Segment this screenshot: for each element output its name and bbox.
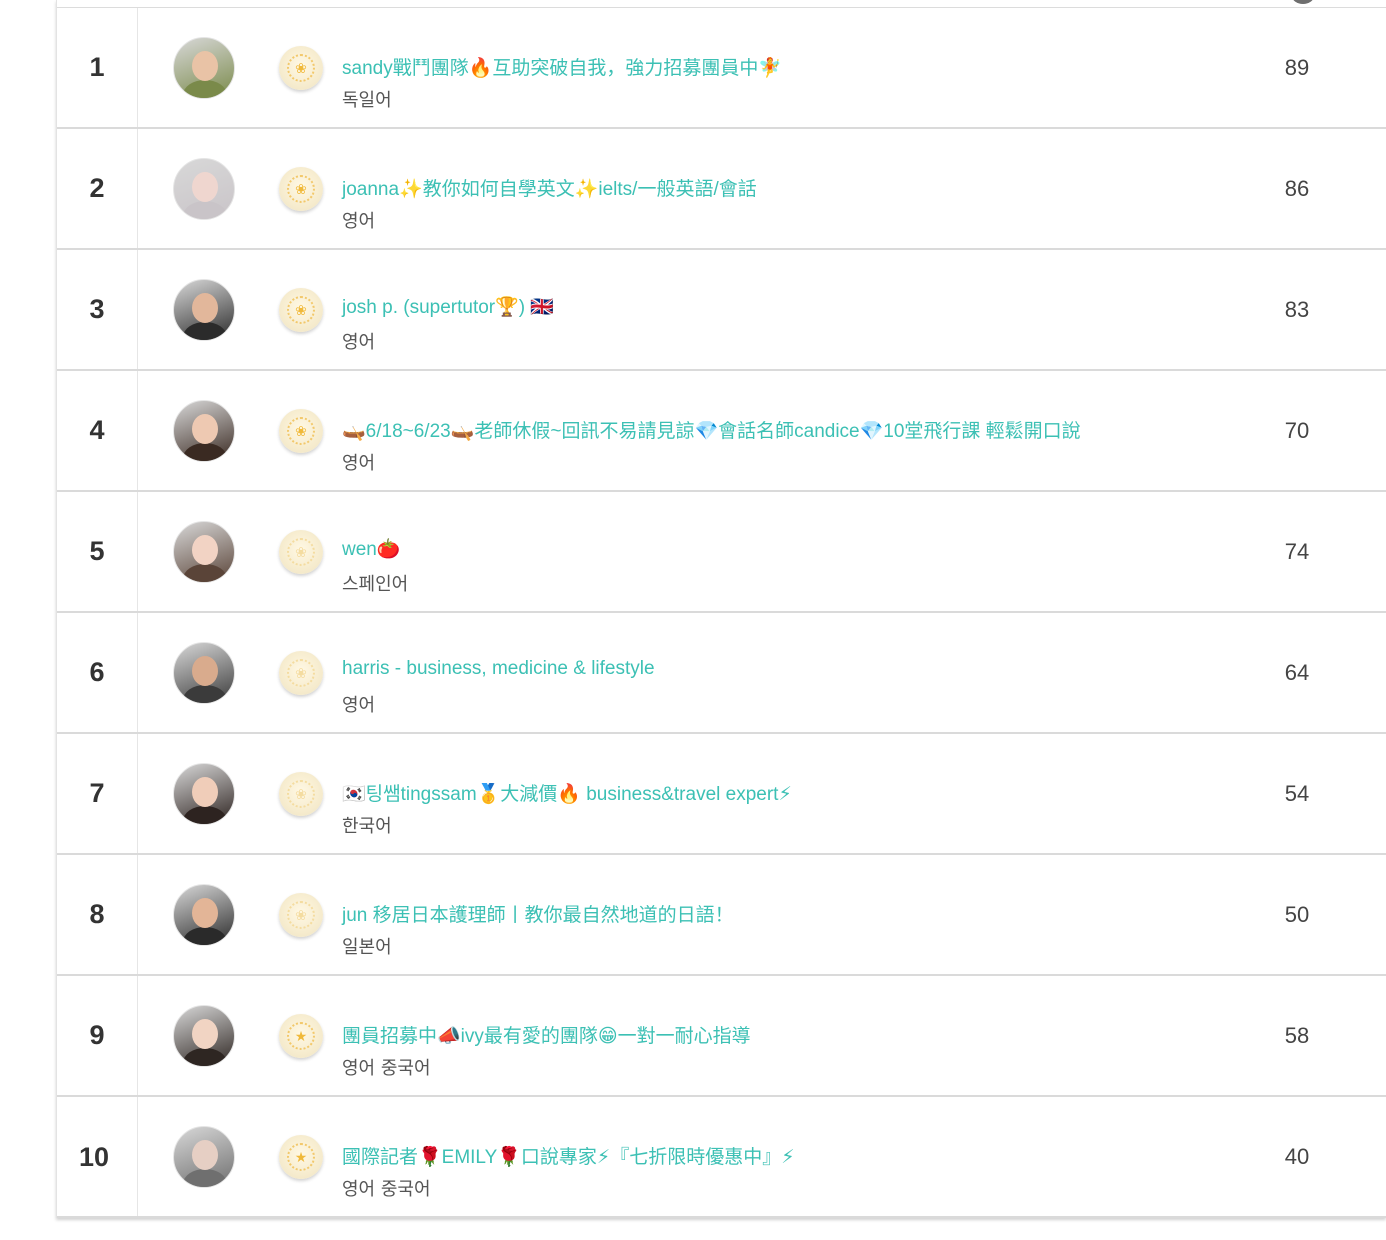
tutor-score: 54 <box>1284 780 1310 806</box>
tutor-name-link[interactable]: joanna✨教你如何自學英文✨ielts/一般英語/會話 <box>342 174 757 201</box>
table-row[interactable]: 4 ❀ 🛶6/18~6/23🛶老師休假~回訊不易請見諒💎會話名師candice💎10… <box>57 371 1386 492</box>
tutor-score: 86 <box>1284 175 1310 201</box>
tutor-name-link[interactable]: jun 移居日本護理師丨教你最自然地道的日語！ <box>342 900 734 927</box>
table-row[interactable]: 1 ❀ sandy戰鬥團隊🔥互助突破自我，強力招募團員中🧚 독일어 89 <box>57 8 1386 129</box>
tutor-language: 영어 <box>342 695 376 716</box>
tutor-language: 독일어 <box>342 90 392 111</box>
tutor-language: 일본어 <box>342 937 392 958</box>
rank-number: 3 <box>89 294 105 324</box>
tutor-score: 58 <box>1284 1022 1310 1048</box>
tutor-name-link[interactable]: wen🍅 <box>342 537 401 561</box>
rank-medal-icon: ❀ <box>279 651 323 695</box>
table-row[interactable]: 8 ❀ jun 移居日本護理師丨教你最自然地道的日語！ 일본어 50 <box>57 855 1386 976</box>
tutor-name-link[interactable]: sandy戰鬥團隊🔥互助突破自我，強力招募團員中🧚 <box>342 53 782 80</box>
tutor-score: 70 <box>1284 417 1310 443</box>
tutor-language: 한국어 <box>342 816 392 837</box>
table-row[interactable]: 9 ★ 團員招募中📣ivy最有愛的團隊😁一對一耐心指導 영어 중국어 58 <box>57 976 1386 1097</box>
rank-medal-icon: ★ <box>279 1135 323 1179</box>
table-row[interactable]: 3 ❀ josh p. (supertutor🏆) 🇬🇧 영어 83 <box>57 250 1386 371</box>
avatar[interactable] <box>173 642 235 704</box>
tutor-score: 64 <box>1284 659 1310 685</box>
avatar[interactable] <box>173 1126 235 1188</box>
tutor-score: 50 <box>1284 901 1310 927</box>
avatar[interactable] <box>173 158 235 220</box>
tutor-language: 영어 <box>342 211 376 232</box>
rank-medal-icon: ❀ <box>279 409 323 453</box>
tutor-language: 영어 중국어 <box>342 1179 431 1200</box>
avatar[interactable] <box>173 1005 235 1067</box>
rank-medal-icon: ❀ <box>279 46 323 90</box>
tutor-name-link[interactable]: 🛶6/18~6/23🛶老師休假~回訊不易請見諒💎會話名師candice💎10堂飛… <box>342 416 1081 443</box>
tutor-language: 스페인어 <box>342 574 409 595</box>
table-row[interactable]: 5 ❀ wen🍅 스페인어 74 <box>57 492 1386 613</box>
table-row[interactable]: 6 ❀ harris - business, medicine & lifestyl… <box>57 613 1386 734</box>
tutor-language: 영어 <box>342 332 376 353</box>
tutor-language: 영어 중국어 <box>342 1058 431 1079</box>
tutor-score: 89 <box>1284 54 1310 80</box>
rank-number: 6 <box>89 657 105 687</box>
avatar[interactable] <box>173 521 235 583</box>
rank-number: 2 <box>89 173 105 203</box>
avatar[interactable] <box>173 763 235 825</box>
table-header-strip <box>57 0 1386 8</box>
rank-medal-icon: ❀ <box>279 167 323 211</box>
tutor-language: 영어 <box>342 453 376 474</box>
tutor-name-link[interactable]: 團員招募中📣ivy最有愛的團隊😁一對一耐心指導 <box>342 1021 751 1048</box>
rank-number: 1 <box>89 52 105 82</box>
rank-medal-icon: ❀ <box>279 530 323 574</box>
table-row[interactable]: 10 ★ 國際記者🌹EMILY🌹口說專家⚡『七折限時優惠中』⚡ 영어 중국어 40 <box>57 1097 1386 1218</box>
tutor-score: 83 <box>1284 296 1310 322</box>
rank-number: 5 <box>89 536 105 566</box>
tutor-name-link[interactable]: josh p. (supertutor🏆) 🇬🇧 <box>342 295 554 319</box>
table-row[interactable]: 7 ❀ 🇰🇷팅쌤tingssam🥇大減價🔥 business&travel expe… <box>57 734 1386 855</box>
avatar[interactable] <box>173 279 235 341</box>
avatar[interactable] <box>173 37 235 99</box>
tutor-name-link[interactable]: harris - business, medicine & lifestyle <box>342 658 655 680</box>
rank-medal-icon: ❀ <box>279 893 323 937</box>
tutor-score: 74 <box>1284 538 1310 564</box>
tutor-name-link[interactable]: 🇰🇷팅쌤tingssam🥇大減價🔥 business&travel expert… <box>342 779 792 806</box>
table-row[interactable]: 2 ❀ joanna✨教你如何自學英文✨ielts/一般英語/會話 영어 86 <box>57 129 1386 250</box>
tutor-name-link[interactable]: 國際記者🌹EMILY🌹口說專家⚡『七折限時優惠中』⚡ <box>342 1142 795 1169</box>
rank-medal-icon: ❀ <box>279 772 323 816</box>
rank-number: 7 <box>89 778 105 808</box>
rank-medal-icon: ❀ <box>279 288 323 332</box>
leaderboard-table: 1 ❀ sandy戰鬥團隊🔥互助突破自我，強力招募團員中🧚 독일어 89 2 ❀ joanna… <box>56 0 1386 1218</box>
rank-number: 9 <box>89 1020 105 1050</box>
rank-medal-icon: ★ <box>279 1014 323 1058</box>
avatar[interactable] <box>173 400 235 462</box>
avatar[interactable] <box>173 884 235 946</box>
rank-number: 8 <box>89 899 105 929</box>
rank-number: 4 <box>89 415 105 445</box>
tutor-score: 40 <box>1284 1143 1310 1169</box>
rank-number: 10 <box>78 1141 110 1172</box>
